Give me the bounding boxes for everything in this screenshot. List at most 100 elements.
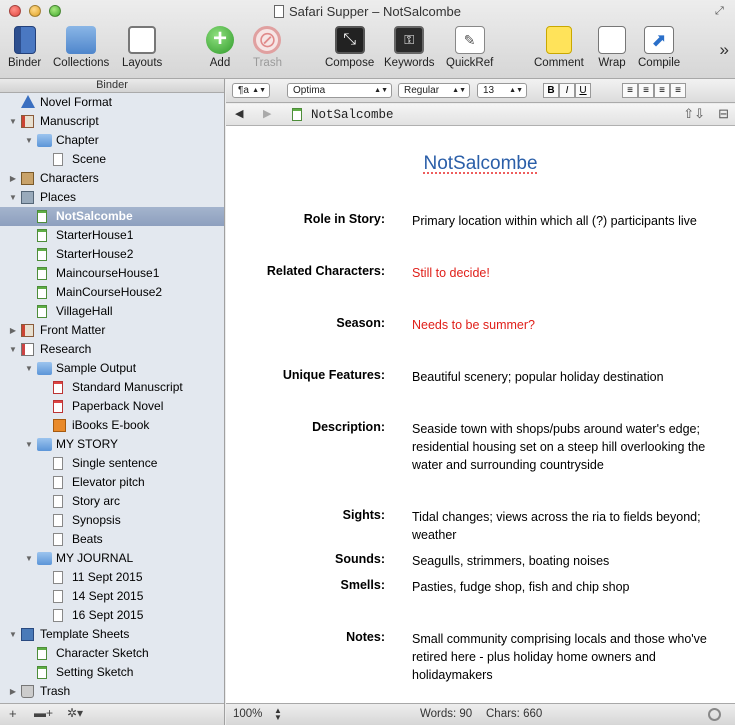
- field-value[interactable]: Needs to be summer?: [412, 316, 712, 334]
- compose-button[interactable]: ⤡ Compose: [325, 26, 374, 69]
- layouts-label: Layouts: [122, 57, 163, 69]
- binder-item-front-matter[interactable]: ▶ Front Matter: [0, 321, 224, 340]
- keywords-button[interactable]: ⚿ Keywords: [384, 26, 435, 69]
- split-editor-icon[interactable]: ⊟: [718, 106, 729, 122]
- binder-item-elevator-pitch[interactable]: Elevator pitch: [0, 473, 224, 492]
- new-folder-icon[interactable]: ▬+: [34, 706, 53, 720]
- binder-item-template-sheets[interactable]: ▼ Template Sheets: [0, 625, 224, 644]
- font-family-select[interactable]: Optima ▲▼: [287, 83, 392, 98]
- word-count: Words: 90: [420, 708, 473, 720]
- binder-item-places[interactable]: ▼ Places: [0, 188, 224, 207]
- binder-button[interactable]: Binder: [8, 26, 41, 69]
- binder-item-trash[interactable]: ▶ Trash: [0, 682, 224, 701]
- binder-item-my-story[interactable]: ▼ MY STORY: [0, 435, 224, 454]
- binder-item-14-sept-2015[interactable]: 14 Sept 2015: [0, 587, 224, 606]
- add-button[interactable]: + Add: [206, 26, 234, 69]
- disclosure-open-icon[interactable]: ▼: [24, 131, 34, 150]
- disclosure-open-icon[interactable]: ▼: [8, 112, 18, 131]
- window-title: Safari Supper – NotSalcombe: [0, 4, 735, 19]
- binder-item-character-sketch[interactable]: Character Sketch: [0, 644, 224, 663]
- disclosure-closed-icon[interactable]: ▶: [8, 169, 18, 188]
- compile-label: Compile: [638, 57, 681, 69]
- field-value[interactable]: Seagulls, strimmers, boating noises: [412, 552, 712, 570]
- align-justify-button[interactable]: ≡: [670, 83, 686, 98]
- quickref-button[interactable]: ✎ QuickRef: [446, 26, 493, 69]
- disclosure-closed-icon[interactable]: ▶: [8, 321, 18, 340]
- collections-button[interactable]: Collections: [53, 26, 109, 69]
- editor-pane[interactable]: NotSalcombe Role in Story: Primary locati…: [226, 126, 735, 703]
- back-arrow-icon[interactable]: ◀: [235, 107, 243, 120]
- underline-button[interactable]: U: [575, 83, 591, 98]
- binder-item-11-sept-2015[interactable]: 11 Sept 2015: [0, 568, 224, 587]
- binder-item-ibooks-e-book[interactable]: iBooks E-book: [0, 416, 224, 435]
- disclosure-open-icon[interactable]: ▼: [24, 359, 34, 378]
- disclosure-open-icon[interactable]: ▼: [24, 549, 34, 568]
- document-title-text: NotSalcombe: [423, 153, 538, 174]
- document-proxy-icon[interactable]: [274, 5, 284, 18]
- binder-item-label: 16 Sept 2015: [72, 608, 144, 622]
- binder-item-villagehall[interactable]: VillageHall: [0, 302, 224, 321]
- wrap-button[interactable]: Wrap: [598, 26, 626, 69]
- binder-item-maincoursehouse1[interactable]: MaincourseHouse1: [0, 264, 224, 283]
- binder-item-16-sept-2015[interactable]: 16 Sept 2015: [0, 606, 224, 625]
- align-left-button[interactable]: ≡: [622, 83, 638, 98]
- binder-item-synopsis[interactable]: Synopsis: [0, 511, 224, 530]
- fullscreen-icon[interactable]: ⤢: [715, 5, 727, 17]
- toolbar-overflow-icon[interactable]: »: [720, 40, 729, 60]
- field-value[interactable]: Small community comprising locals and th…: [412, 630, 712, 684]
- field-value[interactable]: Tidal changes; views across the ria to f…: [412, 508, 712, 544]
- disclosure-open-icon[interactable]: ▼: [24, 435, 34, 454]
- binder-item-paperback-novel[interactable]: Paperback Novel: [0, 397, 224, 416]
- target-icon[interactable]: [708, 708, 721, 721]
- binder-item-my-journal[interactable]: ▼ MY JOURNAL: [0, 549, 224, 568]
- paragraph-style-select[interactable]: ¶a ▲▼: [232, 83, 270, 98]
- field-value[interactable]: Pasties, fudge shop, fish and chip shop: [412, 578, 712, 596]
- binder-item-characters[interactable]: ▶ Characters: [0, 169, 224, 188]
- binder-item-novel-format[interactable]: Novel Format: [0, 93, 224, 112]
- binder-item-manuscript[interactable]: ▼ Manuscript: [0, 112, 224, 131]
- field-value[interactable]: Still to decide!: [412, 264, 712, 282]
- binder-item-standard-manuscript[interactable]: Standard Manuscript: [0, 378, 224, 397]
- binder-item-beats[interactable]: Beats: [0, 530, 224, 549]
- binder-item-sample-output[interactable]: ▼ Sample Output: [0, 359, 224, 378]
- align-center-button[interactable]: ≡: [638, 83, 654, 98]
- binder-item-story-arc[interactable]: Story arc: [0, 492, 224, 511]
- italic-button[interactable]: I: [559, 83, 575, 98]
- align-right-button[interactable]: ≡: [654, 83, 670, 98]
- binder-item-starterhouse1[interactable]: StarterHouse1: [0, 226, 224, 245]
- layouts-button[interactable]: Layouts: [122, 26, 162, 69]
- binder-item-maincoursehouse2[interactable]: MainCourseHouse2: [0, 283, 224, 302]
- field-value[interactable]: Beautiful scenery; popular holiday desti…: [412, 368, 712, 386]
- disclosure-closed-icon[interactable]: ▶: [8, 682, 18, 701]
- binder-item-starterhouse2[interactable]: StarterHouse2: [0, 245, 224, 264]
- disclosure-open-icon[interactable]: ▼: [8, 188, 18, 207]
- comment-button[interactable]: Comment: [534, 26, 584, 69]
- binder-item-chapter[interactable]: ▼ Chapter: [0, 131, 224, 150]
- forward-arrow-icon[interactable]: ▶: [263, 107, 271, 120]
- zoom-stepper-icon[interactable]: ▲ ▼: [274, 707, 282, 722]
- up-down-arrows-icon[interactable]: ⇧⇩: [683, 106, 705, 122]
- compile-button[interactable]: ⬈ Compile: [638, 26, 680, 69]
- zoom-level[interactable]: 100%: [233, 708, 262, 720]
- font-size-select[interactable]: 13 ▲▼: [477, 83, 527, 98]
- field-value[interactable]: Seaside town with shops/pubs around wate…: [412, 420, 712, 474]
- binder-icon: [13, 26, 36, 54]
- collections-icon: [66, 26, 97, 54]
- gear-icon[interactable]: ✲▾: [67, 706, 83, 720]
- add-item-icon[interactable]: +: [9, 706, 17, 721]
- trash-button[interactable]: ⊘ Trash: [253, 26, 282, 69]
- font-style-select[interactable]: Regular ▲▼: [398, 83, 470, 98]
- field-value[interactable]: Primary location within which all (?) pa…: [412, 212, 712, 230]
- binder-item-single-sentence[interactable]: Single sentence: [0, 454, 224, 473]
- trash-label: Trash: [253, 57, 282, 69]
- chevron-down-icon: ▲▼: [252, 87, 266, 94]
- field-label: Season:: [336, 316, 385, 330]
- bold-button[interactable]: B: [543, 83, 559, 98]
- binder-item-setting-sketch[interactable]: Setting Sketch: [0, 663, 224, 682]
- binder-item-label: StarterHouse2: [56, 247, 134, 261]
- binder-item-notsalcombe[interactable]: NotSalcombe: [0, 207, 224, 226]
- disclosure-open-icon[interactable]: ▼: [8, 340, 18, 359]
- binder-item-research[interactable]: ▼ Research: [0, 340, 224, 359]
- disclosure-open-icon[interactable]: ▼: [8, 625, 18, 644]
- binder-item-scene[interactable]: Scene: [0, 150, 224, 169]
